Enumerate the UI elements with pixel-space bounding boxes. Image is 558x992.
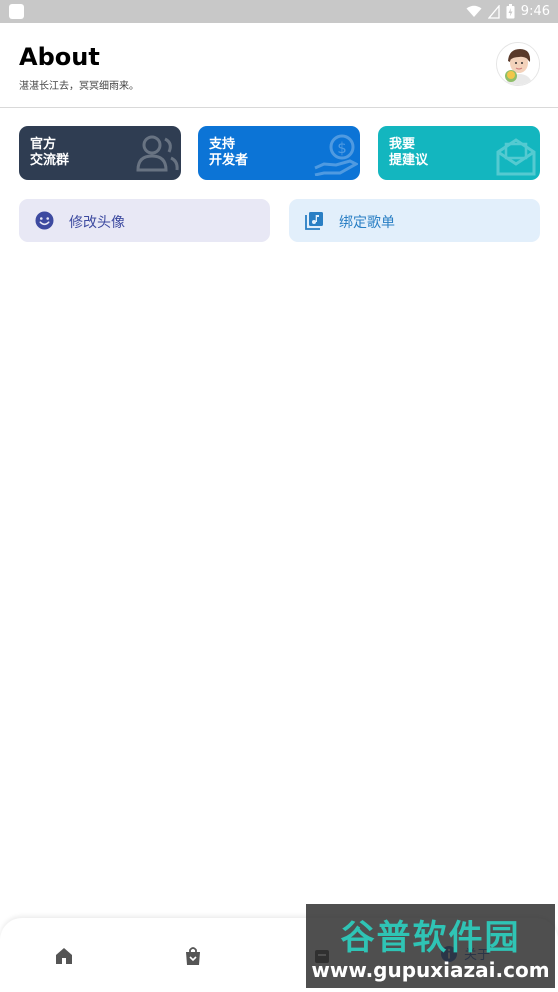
bind-playlist-button[interactable]: 绑定歌单 — [289, 199, 540, 242]
support-developer-label: 支持 开发者 — [209, 137, 248, 169]
watermark-title: 谷普软件园 — [340, 918, 521, 958]
money-hand-icon: $ — [314, 134, 358, 176]
watermark: 谷普软件园 www.gupuxiazai.com — [306, 904, 555, 988]
page-header: About 湛湛长江去，冥冥细雨来。 — [0, 23, 558, 108]
card-line-2: 提建议 — [389, 153, 429, 168]
page-title: About — [19, 43, 100, 71]
shopping-bag-icon[interactable] — [183, 946, 203, 966]
card-line-2: 交流群 — [30, 153, 70, 168]
card-line-1: 官方 — [30, 137, 57, 152]
card-line-1: 支持 — [209, 137, 236, 152]
battery-icon — [506, 4, 515, 19]
wifi-icon — [466, 5, 482, 17]
home-icon[interactable] — [54, 946, 74, 966]
page-subtitle: 湛湛长江去，冥冥细雨来。 — [19, 81, 139, 92]
card-line-1: 我要 — [389, 137, 416, 152]
bind-playlist-label: 绑定歌单 — [339, 215, 395, 231]
official-group-label: 官方 交流群 — [30, 137, 69, 169]
suggestion-card[interactable]: 我要 提建议 — [378, 126, 540, 180]
smiley-icon — [35, 211, 54, 230]
support-developer-card[interactable]: 支持 开发者 $ — [198, 126, 360, 180]
avatar-image — [497, 43, 539, 85]
mail-icon — [496, 138, 536, 176]
official-group-card[interactable]: 官方 交流群 — [19, 126, 181, 180]
suggestion-label: 我要 提建议 — [389, 137, 428, 169]
avatar[interactable] — [496, 42, 540, 86]
svg-text:$: $ — [337, 139, 347, 157]
change-avatar-button[interactable]: 修改头像 — [19, 199, 270, 242]
change-avatar-label: 修改头像 — [69, 215, 125, 231]
signal-icon — [487, 4, 500, 19]
card-line-2: 开发者 — [209, 153, 249, 168]
status-icons: 9:46 — [466, 0, 550, 23]
app-notification-icon — [9, 4, 24, 19]
watermark-url: www.gupuxiazai.com — [311, 958, 550, 982]
status-bar: 9:46 — [0, 0, 558, 23]
music-library-icon — [305, 212, 323, 230]
clock: 9:46 — [520, 4, 550, 19]
group-icon — [136, 135, 179, 172]
